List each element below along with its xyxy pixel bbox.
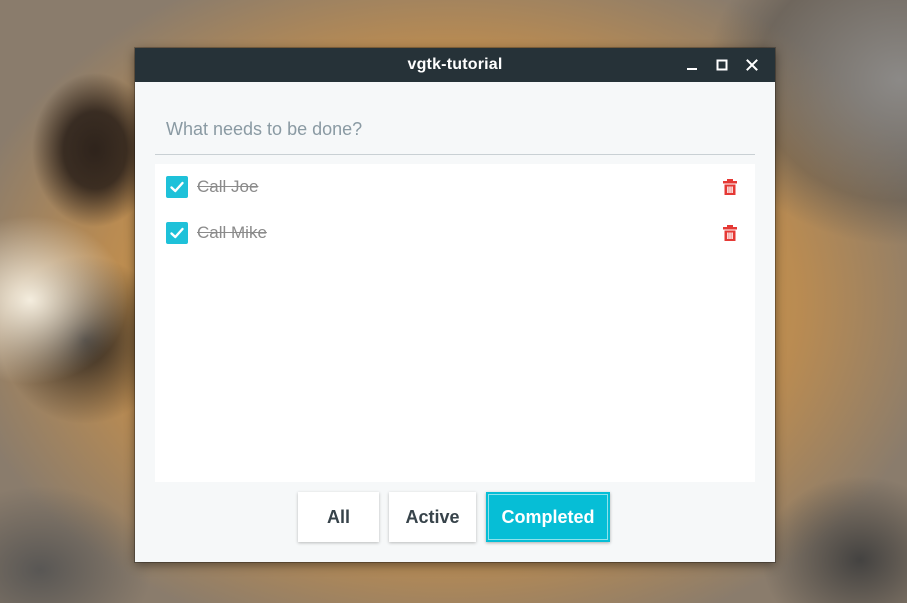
new-todo-input[interactable] — [155, 106, 755, 152]
new-todo-entry-container — [155, 106, 755, 155]
todo-checkbox[interactable] — [166, 176, 188, 198]
window-controls — [677, 48, 767, 82]
delete-button[interactable] — [721, 224, 739, 242]
filter-all-button[interactable]: All — [298, 492, 379, 542]
close-icon — [746, 59, 758, 71]
todo-label: Call Mike — [197, 223, 267, 242]
filter-active-button[interactable]: Active — [389, 492, 476, 542]
trash-icon — [723, 225, 737, 241]
todo-item: Call Joe — [155, 164, 755, 210]
title-bar[interactable]: vgtk-tutorial — [135, 48, 775, 82]
maximize-icon — [716, 59, 728, 71]
delete-button[interactable] — [721, 178, 739, 196]
minimize-icon — [687, 68, 697, 70]
minimize-button[interactable] — [677, 48, 707, 82]
todo-checkbox[interactable] — [166, 222, 188, 244]
checkmark-icon — [170, 227, 184, 239]
todo-list: Call Joe Call Mike — [155, 164, 755, 482]
trash-icon — [723, 179, 737, 195]
filter-completed-button[interactable]: Completed — [486, 492, 610, 542]
checkmark-icon — [170, 181, 184, 193]
todo-item: Call Mike — [155, 210, 755, 256]
app-window: vgtk-tutorial What needs to be done? Cal… — [135, 48, 775, 562]
maximize-button[interactable] — [707, 48, 737, 82]
close-button[interactable] — [737, 48, 767, 82]
filter-bar: All Active Completed — [135, 492, 775, 542]
todo-label: Call Joe — [197, 177, 259, 196]
